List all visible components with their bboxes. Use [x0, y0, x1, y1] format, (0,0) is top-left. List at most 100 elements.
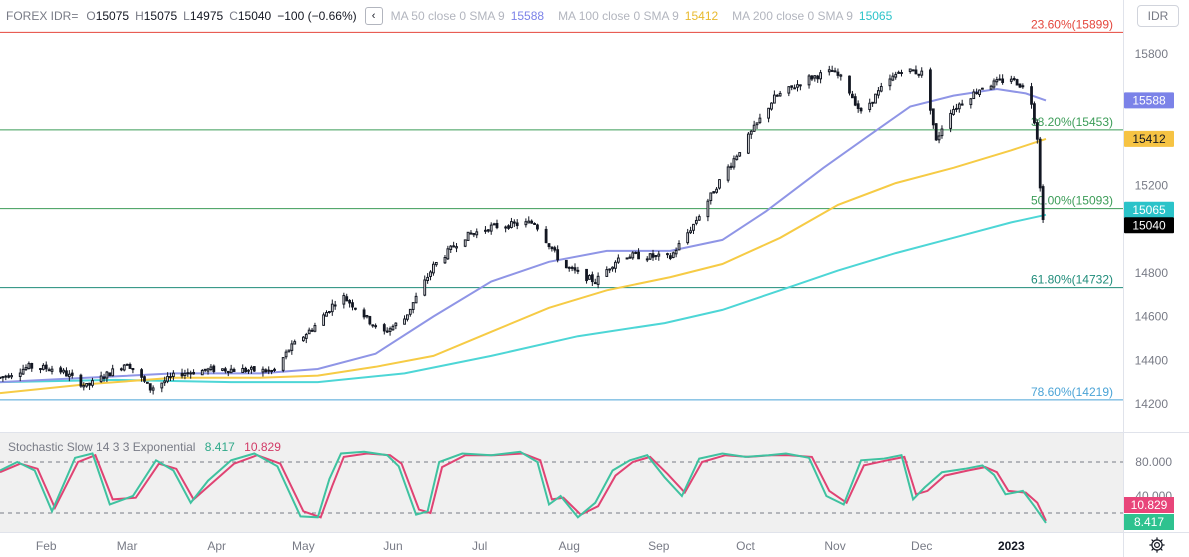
chart-canvas[interactable]: 23.60%(15899)38.20%(15453)50.00%(15093)6… [0, 0, 1189, 557]
stochastic-d-badge: 10.829 [1124, 497, 1174, 513]
candle-body-down [850, 93, 854, 99]
candle-body-up [394, 322, 398, 327]
close-label: C [229, 9, 238, 23]
candle-body-down [226, 370, 230, 374]
candle-body-up [249, 366, 253, 370]
stochastic-label: Stochastic Slow 14 3 3 Exponential [8, 440, 196, 454]
candle-body-down [931, 108, 935, 126]
candle-body-up [322, 314, 326, 326]
candle-body-up [189, 372, 193, 375]
candle-body-down [593, 282, 597, 285]
candle-body-down [576, 269, 580, 272]
chevron-left-icon: ‹ [371, 10, 376, 22]
candle-body-down [929, 69, 932, 111]
candle-body-up [4, 375, 8, 378]
price-tick-label: 15200 [1135, 178, 1169, 192]
candle-body-up [432, 263, 435, 274]
candle[interactable] [738, 152, 742, 157]
candle[interactable] [874, 93, 877, 104]
candle-body-up [770, 102, 773, 110]
candle[interactable] [746, 131, 750, 155]
candle[interactable] [1033, 101, 1036, 125]
candle-body-up [755, 122, 759, 126]
candle[interactable] [770, 102, 773, 111]
candle[interactable] [287, 349, 291, 353]
candle[interactable] [648, 252, 652, 261]
candle[interactable] [322, 312, 326, 326]
candle[interactable] [625, 257, 629, 260]
candle[interactable] [934, 123, 938, 142]
currency-button[interactable]: IDR [1137, 5, 1179, 27]
candle[interactable] [564, 259, 568, 269]
candle-body-down [790, 85, 794, 88]
candle-body-down [252, 366, 256, 372]
price-badge-text: 15588 [1132, 93, 1166, 107]
candle-body-down [853, 96, 857, 106]
candle[interactable] [145, 381, 149, 384]
candle[interactable] [671, 251, 675, 259]
candle-body-up [738, 152, 742, 157]
candle-body-down [345, 296, 349, 302]
candle[interactable] [949, 109, 953, 133]
stochastic-d-value: 10.829 [244, 440, 281, 454]
candle[interactable] [466, 231, 470, 241]
candle-body-down [712, 191, 716, 194]
candle-body-up [62, 369, 65, 373]
candle-body-down [232, 368, 236, 372]
candle-body-down [385, 330, 389, 333]
candle[interactable] [1018, 83, 1022, 89]
candle-body-up [897, 71, 901, 74]
candle[interactable] [726, 164, 730, 183]
price-tick-label: 14800 [1135, 266, 1169, 280]
candle[interactable] [221, 368, 224, 372]
candle[interactable] [252, 366, 256, 373]
candle-body-up [697, 216, 701, 221]
time-tick-label: Aug [559, 539, 580, 553]
candle-body-up [989, 85, 993, 90]
candle-body-up [330, 303, 334, 313]
candle[interactable] [108, 372, 112, 377]
candle[interactable] [929, 67, 932, 115]
candle[interactable] [1015, 78, 1019, 86]
candle-body-up [466, 231, 470, 241]
candle[interactable] [1041, 184, 1045, 223]
candle-body-down [47, 369, 51, 372]
collapse-legend-button[interactable]: ‹ [364, 7, 383, 25]
candle-body-down [495, 222, 499, 229]
candle-body-down [382, 324, 386, 332]
candle-body-down [1030, 86, 1033, 105]
candle[interactable] [281, 357, 285, 373]
candle-body-down [775, 94, 779, 97]
candle[interactable] [718, 179, 721, 190]
candle[interactable] [712, 191, 716, 194]
candle-body-up [99, 375, 103, 383]
gear-icon[interactable] [1148, 536, 1166, 554]
candle[interactable] [463, 239, 467, 248]
candle[interactable] [0, 376, 2, 379]
candle-body-down [223, 368, 227, 372]
candle-body-up [648, 253, 652, 260]
candle-body-down [536, 224, 539, 230]
candle-body-up [122, 364, 126, 371]
candle[interactable] [301, 336, 305, 342]
candle-body-up [151, 387, 155, 391]
candle-body-up [920, 70, 924, 76]
candle[interactable] [79, 373, 83, 388]
candle-body-down [917, 73, 921, 76]
candle-body-up [969, 98, 973, 106]
candle[interactable] [122, 363, 126, 372]
candle-body-up [21, 368, 25, 375]
candle-body-up [27, 363, 31, 369]
candle[interactable] [588, 274, 591, 280]
candle[interactable] [368, 315, 372, 326]
candle[interactable] [911, 69, 915, 72]
candle-body-down [856, 103, 860, 109]
candle-body-up [426, 276, 430, 281]
candle-body-down [816, 75, 820, 80]
candle[interactable] [848, 75, 851, 96]
candle[interactable] [981, 87, 984, 90]
candle-body-down [553, 247, 557, 251]
candle-body-down [486, 229, 490, 232]
candle[interactable] [1038, 136, 1042, 192]
candle-body-up [186, 372, 190, 375]
